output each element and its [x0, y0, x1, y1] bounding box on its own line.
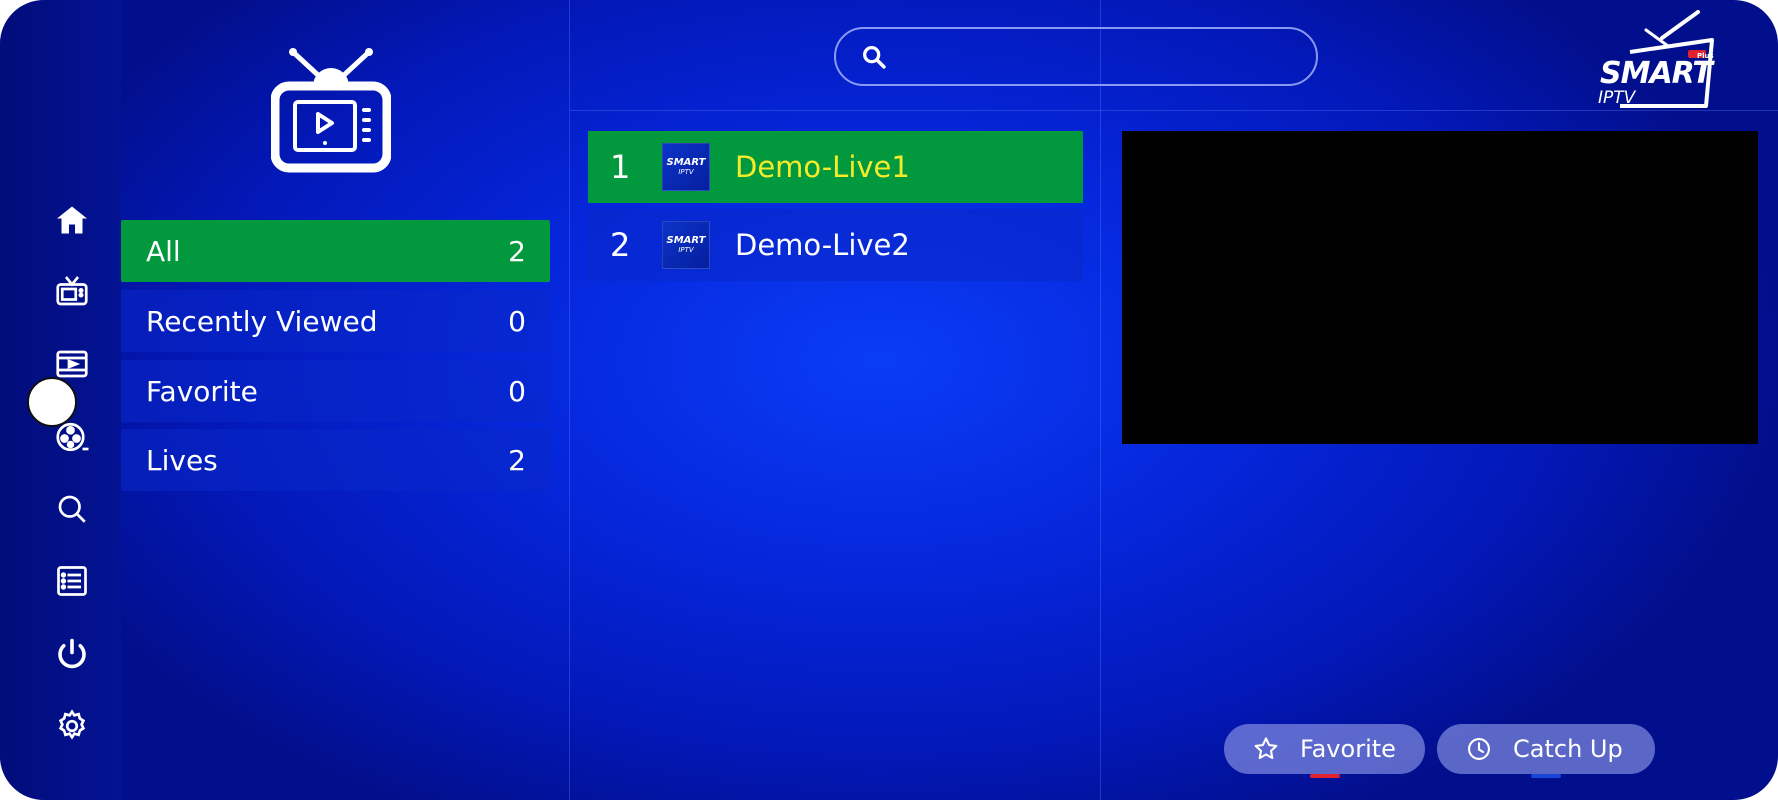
category-label: Recently Viewed	[146, 304, 378, 338]
channel-panel: 1 SMART IPTV Demo-Live1 2 SMART IPTV Dem…	[570, 0, 1101, 800]
category-count: 0	[508, 374, 526, 408]
brand-logo: SMART Plus IPTV	[1590, 8, 1720, 108]
video-preview[interactable]	[1122, 131, 1758, 444]
catchup-blue-marker	[1531, 774, 1561, 778]
catchup-button[interactable]: Catch Up	[1437, 724, 1655, 778]
app-frame: All 2 Recently Viewed 0 Favorite 0 Lives…	[0, 0, 1778, 800]
category-favorite[interactable]: Favorite 0	[121, 360, 550, 422]
channel-number: 1	[610, 148, 631, 186]
nav-rail	[0, 0, 121, 800]
favorite-button[interactable]: Favorite	[1224, 724, 1425, 778]
channel-number: 2	[610, 226, 631, 264]
power-icon[interactable]	[52, 634, 92, 674]
category-label: Lives	[146, 443, 218, 477]
search-icon[interactable]	[52, 489, 92, 529]
brand-badge: Plus	[1697, 52, 1714, 60]
clock-icon	[1468, 738, 1490, 760]
brand-line2: IPTV	[1598, 88, 1636, 108]
channel-thumbnail: SMART IPTV	[662, 143, 710, 191]
live-tv-icon[interactable]	[52, 272, 92, 312]
channel-thumbnail: SMART IPTV	[662, 221, 710, 269]
category-all[interactable]: All 2	[121, 220, 550, 282]
category-label: Favorite	[146, 374, 258, 408]
category-recently-viewed[interactable]: Recently Viewed 0	[121, 290, 550, 352]
favorite-red-marker	[1310, 774, 1340, 778]
settings-icon[interactable]	[52, 706, 92, 746]
channel-row[interactable]: 1 SMART IPTV Demo-Live1	[588, 131, 1083, 203]
category-count: 2	[508, 234, 526, 268]
channel-name: Demo-Live2	[735, 228, 910, 262]
favorite-label: Favorite	[1300, 735, 1396, 763]
category-count: 0	[508, 304, 526, 338]
home-icon[interactable]	[52, 200, 92, 240]
category-label: All	[146, 234, 181, 268]
tv-logo-icon	[271, 48, 391, 173]
channel-name: Demo-Live1	[735, 150, 910, 184]
category-lives[interactable]: Lives 2	[121, 429, 550, 491]
category-count: 2	[508, 443, 526, 477]
channel-row[interactable]: 2 SMART IPTV Demo-Live2	[588, 209, 1083, 281]
pointer-cursor	[27, 377, 77, 427]
category-panel: All 2 Recently Viewed 0 Favorite 0 Lives…	[121, 0, 570, 800]
list-icon[interactable]	[52, 561, 92, 601]
brand-line1: SMART	[1600, 56, 1713, 91]
star-icon	[1254, 737, 1278, 760]
catchup-label: Catch Up	[1513, 735, 1623, 763]
